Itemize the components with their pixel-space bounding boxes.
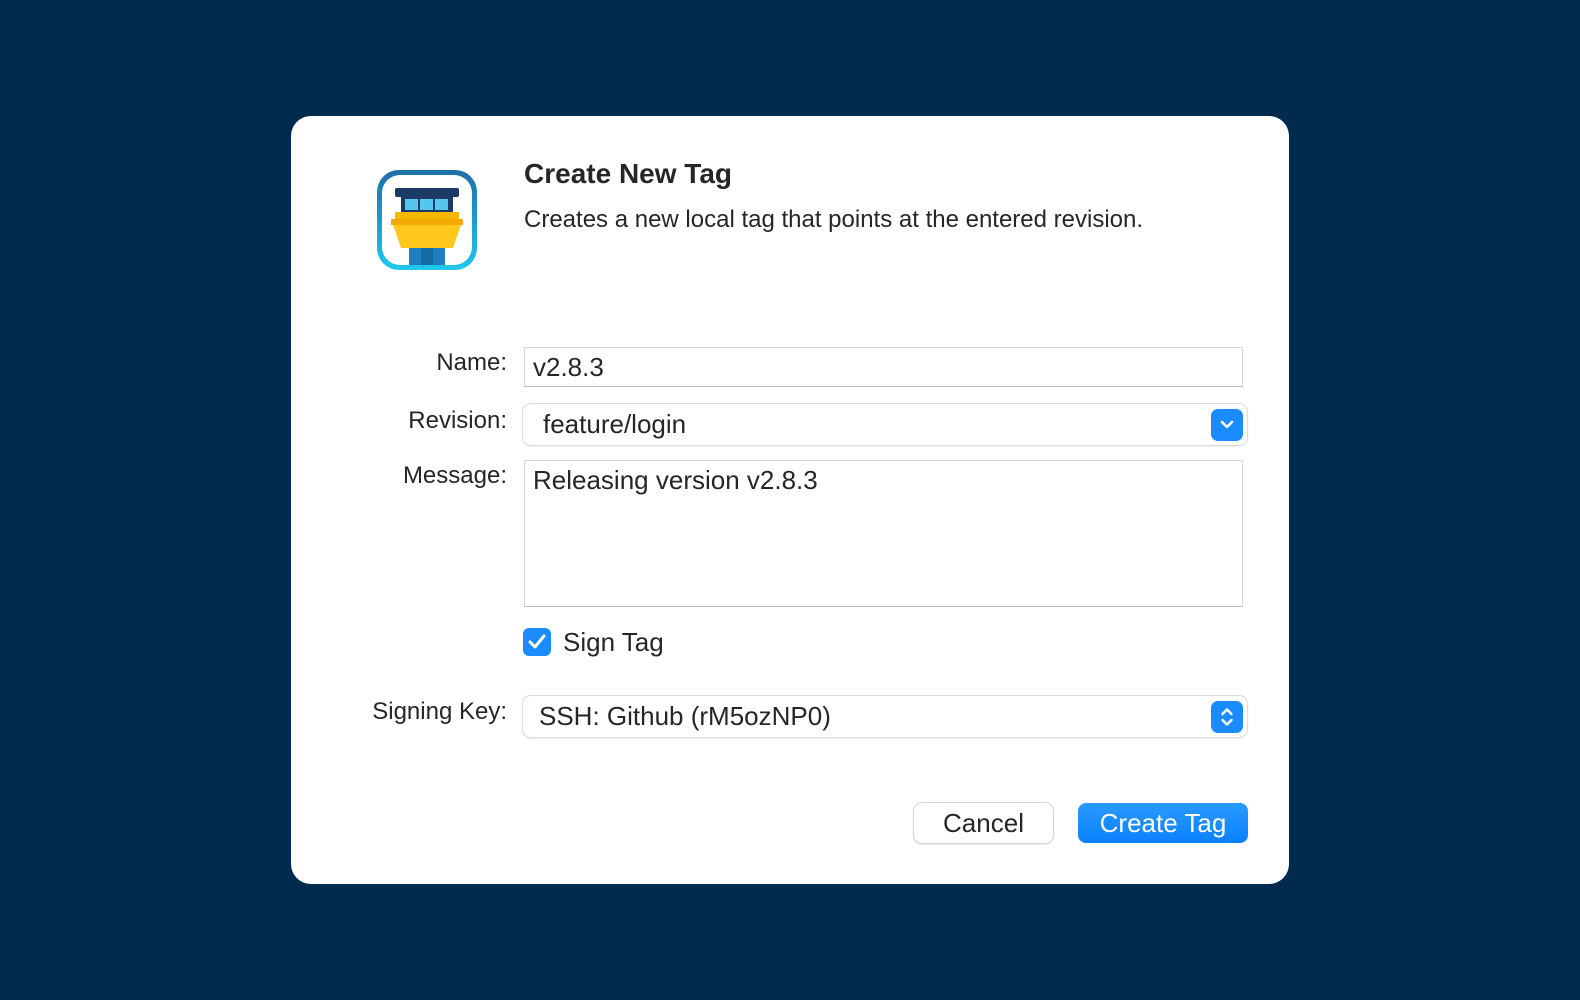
up-down-chevron-icon [1211, 701, 1243, 733]
message-label: Message: [402, 462, 507, 489]
revision-select-value: feature/login [543, 409, 687, 439]
dialog-title: Create New Tag [524, 158, 732, 189]
tower-app-icon [375, 168, 479, 272]
name-input[interactable]: v2.8.3 [524, 347, 1243, 387]
chevron-down-icon [1211, 409, 1243, 441]
dialog-subtitle: Creates a new local tag that points at t… [524, 206, 1144, 233]
create-tag-dialog: Create New Tag Creates a new local tag t… [291, 116, 1289, 884]
create-tag-button[interactable]: Create Tag [1078, 803, 1248, 843]
revision-select[interactable]: feature/login [523, 404, 1247, 445]
signing-key-label: Signing Key: [372, 698, 507, 725]
message-textarea[interactable]: Releasing version v2.8.3 [524, 460, 1243, 607]
signing-key-select[interactable]: SSH: Github (rM5ozNP0) [523, 696, 1247, 737]
checkmark-icon [528, 634, 546, 649]
revision-label: Revision: [408, 407, 507, 434]
sign-tag-checkbox[interactable] [523, 628, 551, 656]
cancel-button[interactable]: Cancel [914, 803, 1053, 843]
sign-tag-label[interactable]: Sign Tag [563, 627, 664, 658]
signing-key-select-value: SSH: Github (rM5ozNP0) [539, 701, 831, 731]
name-label: Name: [436, 349, 507, 376]
